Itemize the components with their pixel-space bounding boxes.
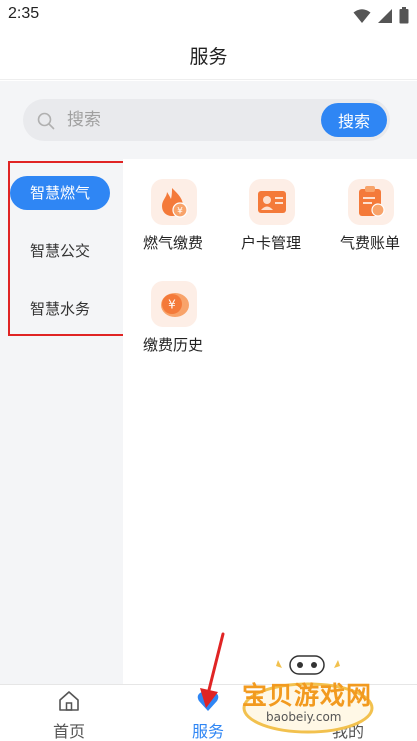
service-label: 户卡管理 — [240, 234, 301, 252]
tab-label: 我的 — [331, 722, 364, 741]
service-grid: ¥ 燃气缴费 户卡管理 气费账单 ¥ 缴费历史 — [123, 159, 417, 684]
payment-coin-icon: ¥ — [151, 281, 197, 327]
tab-label: 首页 — [52, 722, 85, 741]
heart-icon — [197, 691, 219, 711]
bottom-nav: 首页 服务 我的 — [0, 684, 417, 741]
user-card-icon — [249, 179, 295, 225]
search-input[interactable] — [67, 99, 307, 141]
signal-icon — [378, 8, 392, 23]
bill-clipboard-icon — [348, 179, 394, 225]
tab-service[interactable]: 服务 — [158, 685, 258, 741]
profile-icon — [338, 691, 358, 712]
service-gas-payment[interactable]: ¥ 燃气缴费 — [131, 159, 215, 252]
tab-label: 服务 — [191, 722, 224, 741]
gas-flame-icon: ¥ — [151, 179, 197, 225]
sidebar-item-smart-gas[interactable]: 智慧燃气 — [10, 176, 110, 210]
status-icons — [353, 7, 409, 24]
svg-text:¥: ¥ — [177, 207, 183, 217]
svg-text:¥: ¥ — [168, 298, 176, 312]
tab-home[interactable]: 首页 — [19, 685, 119, 741]
sidebar-item-smart-bus[interactable]: 智慧公交 — [10, 234, 110, 268]
home-icon — [59, 691, 79, 711]
tab-profile[interactable]: 我的 — [298, 685, 398, 741]
service-label: 缴费历史 — [142, 336, 203, 354]
service-payment-history[interactable]: ¥ 缴费历史 — [131, 261, 215, 354]
battery-icon — [399, 7, 409, 24]
wifi-icon — [353, 8, 371, 23]
search-area: 搜索 — [0, 81, 417, 159]
header: 服务 — [0, 30, 417, 80]
search-icon — [37, 112, 55, 130]
status-bar: 2:35 — [0, 0, 417, 30]
page-title: 服务 — [189, 46, 228, 68]
status-time: 2:35 — [8, 5, 40, 22]
search-button[interactable]: 搜索 — [321, 103, 387, 137]
service-label: 燃气缴费 — [142, 234, 203, 252]
category-sidebar: 智慧燃气 智慧公交 智慧水务 — [0, 159, 123, 684]
search-bar[interactable]: 搜索 — [23, 99, 390, 141]
service-gas-bill[interactable]: 气费账单 — [328, 159, 412, 252]
service-label: 气费账单 — [339, 234, 400, 252]
service-card-management[interactable]: 户卡管理 — [229, 159, 313, 252]
sidebar-item-smart-water[interactable]: 智慧水务 — [10, 292, 110, 326]
